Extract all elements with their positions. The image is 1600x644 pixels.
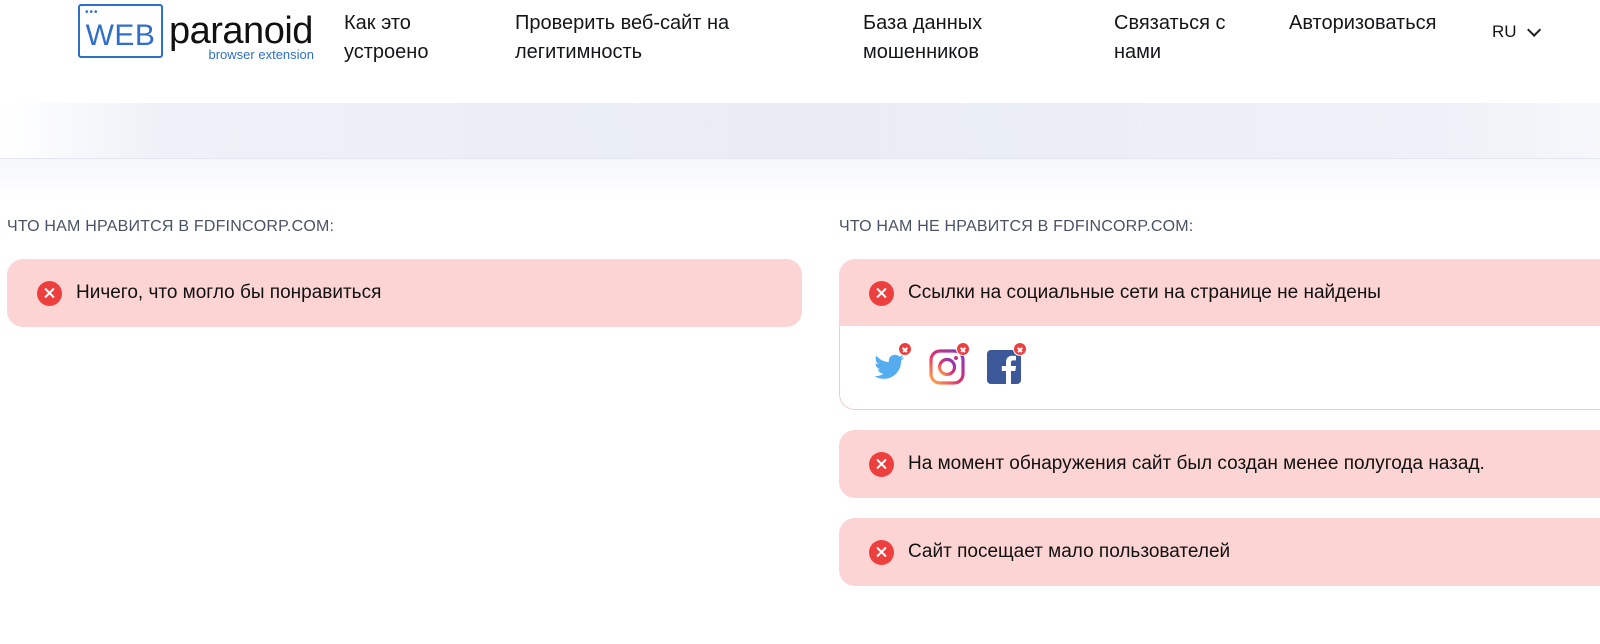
twitter-icon [870, 342, 912, 386]
logo-subtitle: browser extension [208, 47, 315, 62]
close-icon [956, 342, 970, 356]
x-circle-icon [869, 539, 894, 565]
webparanoid-logo[interactable]: ••• WEB paranoid browser extension [78, 4, 315, 62]
x-circle-icon [869, 451, 894, 477]
x-circle-icon [37, 280, 62, 306]
logo-web-text: WEB [85, 19, 156, 52]
dislikes-item-social: Ссылки на социальные сети на странице не… [839, 259, 1600, 327]
close-icon [898, 342, 912, 356]
x-circle-icon [869, 280, 894, 306]
dislikes-section-title: ЧТО НАМ НЕ НРАВИТСЯ В FDFINCORP.COM: [839, 218, 1194, 235]
logo-web-box: ••• WEB [78, 4, 163, 58]
dislikes-item-text: Ссылки на социальные сети на странице не… [908, 282, 1381, 303]
likes-item-text: Ничего, что могло бы понравиться [76, 282, 382, 303]
likes-item: Ничего, что могло бы понравиться [7, 259, 802, 327]
language-selector[interactable]: RU [1492, 22, 1541, 42]
chevron-down-icon [1526, 22, 1541, 37]
logo-dots: ••• [85, 7, 99, 18]
band-fade [0, 159, 1600, 199]
nav-check-website[interactable]: Проверить веб-сайт на легитимность [515, 9, 785, 67]
site-header: ••• WEB paranoid browser extension Как э… [0, 0, 1600, 103]
nav-contact-us[interactable]: Связаться с нами [1114, 9, 1254, 67]
facebook-icon [985, 342, 1027, 386]
dislikes-item-text: Сайт посещает мало пользователей [908, 541, 1231, 562]
nav-scam-database[interactable]: База данных мошенников [863, 9, 1033, 67]
dislikes-item-domain-age: На момент обнаружения сайт был создан ме… [839, 430, 1600, 498]
likes-section-title: ЧТО НАМ НРАВИТСЯ В FDFINCORP.COM: [7, 218, 335, 235]
social-icons-panel [839, 326, 1600, 410]
language-label: RU [1492, 22, 1517, 41]
nav-how-it-works[interactable]: Как это устроено [344, 9, 454, 67]
instagram-icon [928, 342, 970, 386]
close-icon [1013, 342, 1027, 356]
dislikes-item-text: На момент обнаружения сайт был создан ме… [908, 453, 1485, 474]
dislikes-item-traffic: Сайт посещает мало пользователей [839, 518, 1600, 586]
header-divider-band [0, 103, 1600, 159]
nav-login[interactable]: Авторизоваться [1289, 9, 1489, 38]
